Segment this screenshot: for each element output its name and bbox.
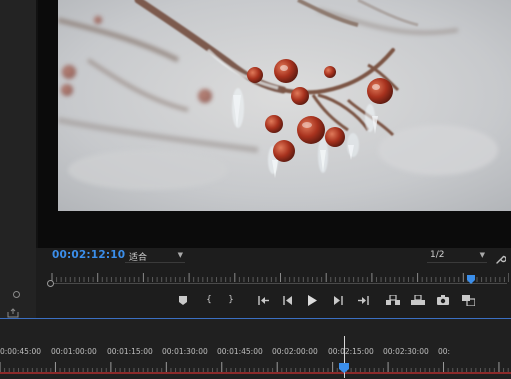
timeline-ruler-labels[interactable]: 0:00:45:00 00:01:00:00 00:01:15:00 00:01… [0,347,511,359]
mark-in-icon: { [206,295,212,305]
export-icon[interactable] [7,303,19,318]
go-to-out-button[interactable] [355,293,371,307]
ruler-label: 0:00:45:00 [0,347,41,356]
zoom-handle[interactable] [47,280,54,287]
ruler-label: 00:01:15:00 [107,347,153,356]
ruler-label: 00:02:15:00 [328,347,374,356]
ruler-label: 00:02:00:00 [272,347,318,356]
playback-resolution-dropdown[interactable]: 1/2 ▼ [427,249,487,263]
mark-out-button[interactable]: } [223,293,239,307]
slider-knob[interactable] [13,291,20,298]
button-editor-icon [461,294,475,306]
playhead-timecode[interactable]: 00:02:12:10 [52,249,125,261]
ruler-label: 00:02:30:00 [383,347,429,356]
step-forward-icon [334,295,343,305]
work-area-bar[interactable] [0,372,511,374]
marker-icon [179,295,187,305]
zoom-fit-value: 适合 [129,253,148,263]
ruler-label: 00:01:00:00 [51,347,97,356]
zoom-fit-dropdown[interactable]: 适合 ▼ [125,249,185,263]
go-to-in-icon [258,295,269,305]
overwrite-icon [411,294,425,305]
timeline-playhead[interactable] [339,358,349,373]
monitor-time-ruler[interactable] [46,268,510,282]
timeline-ruler[interactable] [0,359,511,373]
go-to-in-button[interactable] [256,293,272,307]
playback-resolution-value: 1/2 [430,250,445,260]
go-to-out-icon [358,295,369,305]
monitor-playhead[interactable] [467,269,475,284]
left-panel [0,0,36,318]
ruler-label: 00:01:30:00 [162,347,208,356]
play-button[interactable] [304,293,320,307]
step-back-button[interactable] [280,293,296,307]
ruler-label: 00:01:45:00 [217,347,263,356]
video-frame[interactable] [58,0,511,211]
insert-button[interactable] [385,293,401,307]
monitor-scrub-bar[interactable] [52,283,507,284]
step-forward-button[interactable] [330,293,346,307]
step-back-icon [283,295,292,305]
mark-in-button[interactable]: { [201,293,217,307]
export-frame-button[interactable] [435,293,451,307]
add-marker-button[interactable] [175,293,191,307]
mark-out-icon: } [228,295,234,305]
camera-icon [437,295,449,305]
play-icon [308,294,317,306]
overwrite-button[interactable] [410,293,426,307]
chevron-down-icon: ▼ [177,251,183,259]
wrench-icon[interactable] [495,250,507,264]
button-editor-button[interactable] [460,293,476,307]
ruler-label: 00: [438,347,451,356]
insert-icon [386,294,400,305]
chevron-down-icon: ▼ [479,251,485,259]
